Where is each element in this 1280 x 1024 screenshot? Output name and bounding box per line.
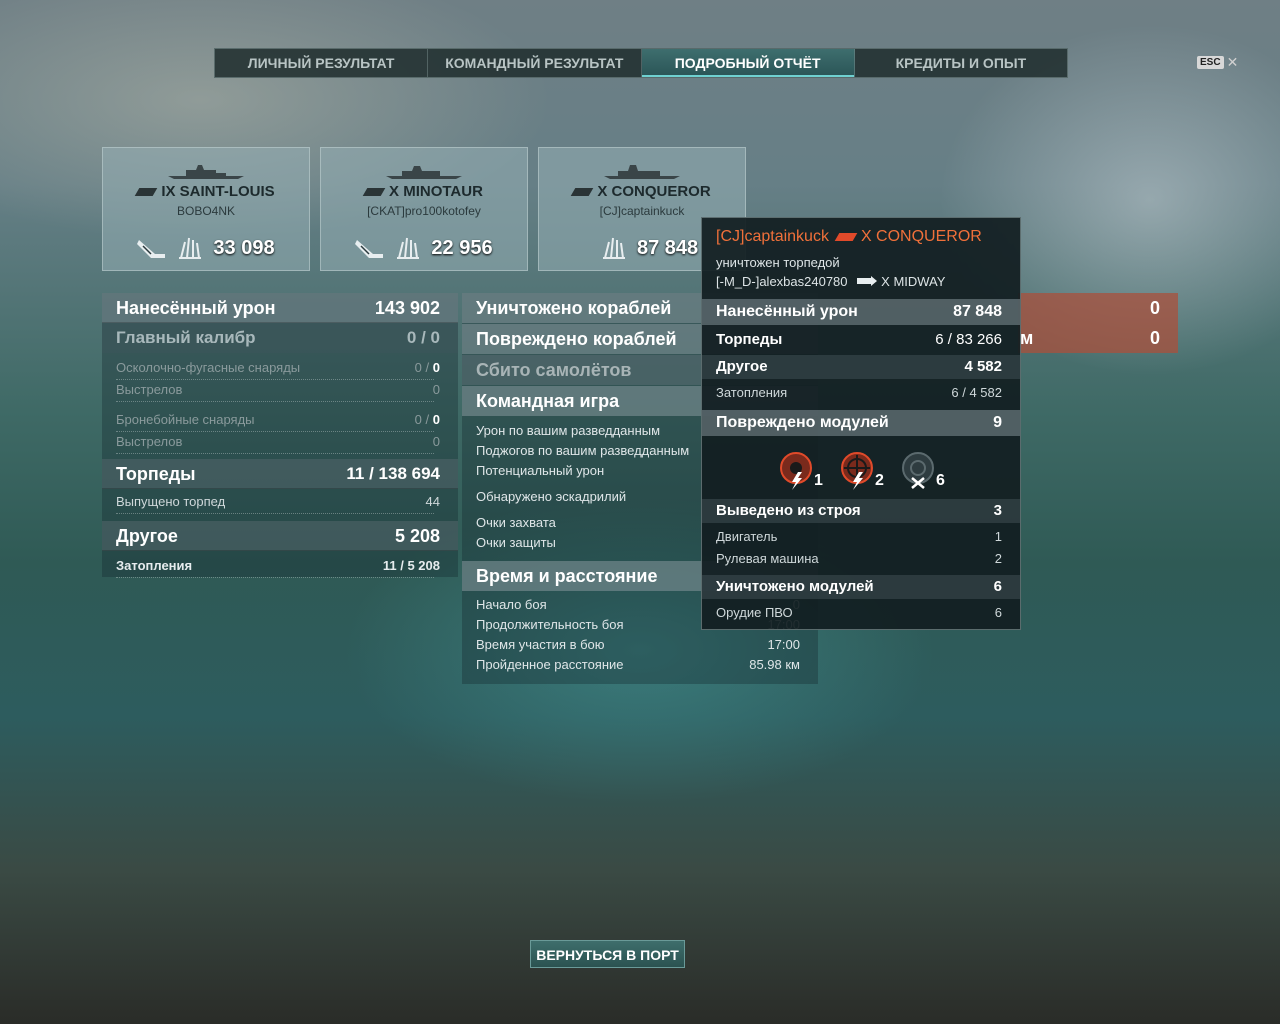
- right-stat-bar: м0: [1018, 323, 1178, 353]
- close-button[interactable]: ESC ✕: [1197, 54, 1238, 71]
- other-damage-row: Другое 5 208: [102, 521, 458, 551]
- main-battery-row: Главный калибр 0 / 0: [102, 323, 458, 353]
- module-engine: 1: [776, 450, 823, 490]
- he-shots-row: Выстрелов 0: [102, 379, 458, 402]
- torpedoes-row: Торпеды 11 / 138 694: [102, 459, 458, 489]
- damage-value: 33 098: [213, 236, 275, 259]
- ship-name: X MINOTAUR: [321, 183, 527, 200]
- damage-dealt-row: Нанесённый урон 143 902: [102, 293, 458, 323]
- module-steering: 2: [837, 450, 884, 490]
- module-aa: 6: [898, 450, 945, 490]
- damage-value: 87 848: [637, 236, 699, 259]
- tab-credits[interactable]: КРЕДИТЫ И ОПЫТ: [855, 49, 1067, 77]
- esc-key-label: ESC: [1197, 56, 1224, 69]
- ship-name: X CONQUEROR: [539, 183, 745, 200]
- ship-class-icon: [135, 188, 158, 197]
- ship-class-icon: [571, 188, 594, 197]
- aa-destroyed-icon: [902, 452, 934, 489]
- damage-icon: [397, 237, 420, 259]
- torpedo-hit-icon: [137, 240, 166, 258]
- killer-info: [-M_D-]alexbas240780 X MIDWAY: [716, 274, 946, 289]
- damage-icon: [179, 237, 202, 259]
- destroyed-modules-row: Уничтожено модулей 6: [702, 575, 1020, 599]
- ship-class-icon: [834, 232, 858, 241]
- modules-damaged-row: Повреждено модулей 9: [702, 410, 1020, 436]
- tooltip-flood-row: Затопления 6 / 4 582: [716, 385, 1002, 400]
- tooltip-damage-row: Нанесённый урон 87 848: [702, 299, 1020, 325]
- tab-team[interactable]: КОМАНДНЫЙ РЕЗУЛЬТАТ: [428, 49, 642, 77]
- damage-value: 22 956: [431, 236, 493, 259]
- tooltip-header: [CJ]captainkuck X CONQUEROR: [716, 228, 982, 245]
- right-stat-bar: 0: [1018, 293, 1178, 323]
- ship-silhouette-icon: [168, 165, 244, 179]
- damage-breakdown-panel: Нанесённый урон 143 902 Главный калибр 0 /…: [102, 293, 458, 578]
- engine-row: Двигатель 1: [716, 529, 1002, 544]
- flooding-row: Затопления 11 / 5 208: [102, 555, 458, 578]
- ap-shells-row: Бронебойные снаряды 0 / 0: [102, 409, 458, 432]
- result-tabs: ЛИЧНЫЙ РЕЗУЛЬТАТ КОМАНДНЫЙ РЕЗУЛЬТАТ ПОД…: [214, 48, 1068, 78]
- torpedo-hit-icon: [355, 240, 384, 258]
- player-name: [CJ]captainkuck: [599, 204, 685, 218]
- tooltip-other-row: Другое 4 582: [702, 355, 1020, 379]
- engine-damage-icon: [780, 452, 812, 490]
- time-stat-row: Время участия в бою 17:00: [476, 637, 800, 652]
- tab-personal[interactable]: ЛИЧНЫЙ РЕЗУЛЬТАТ: [215, 49, 429, 77]
- ap-shots-row: Выстрелов 0: [102, 431, 458, 454]
- tab-detailed[interactable]: ПОДРОБНЫЙ ОТЧЁТ: [641, 49, 855, 77]
- close-icon: ✕: [1226, 54, 1239, 70]
- steering-row: Рулевая машина 2: [716, 551, 1002, 566]
- ship-silhouette-icon: [386, 166, 462, 179]
- torpedoes-launched-row: Выпущено торпед 44: [102, 491, 458, 514]
- he-shells-row: Осколочно-фугасные снаряды 0 / 0: [102, 357, 458, 380]
- killed-by-text: уничтожен торпедой: [716, 255, 840, 270]
- tooltip-torpedo-row: Торпеды 6 / 83 266: [716, 331, 1002, 348]
- steering-damage-icon: [841, 452, 873, 490]
- carrier-class-icon: [857, 276, 878, 286]
- ship-class-icon: [362, 188, 386, 197]
- aa-row: Орудие ПВО 6: [716, 605, 1002, 620]
- return-to-port-button[interactable]: ВЕРНУТЬСЯ В ПОРТ: [530, 940, 685, 968]
- ship-card[interactable]: X MINOTAUR [CKAT]pro100kotofey 22 956: [320, 147, 528, 271]
- player-name: BOBO4NK: [176, 204, 236, 218]
- ship-name: IX SAINT-LOUIS: [103, 183, 309, 200]
- damage-icon: [603, 237, 625, 259]
- player-name: [CKAT]pro100kotofey: [367, 204, 481, 218]
- time-stat-row: Пройденное расстояние 85.98 км: [476, 657, 800, 672]
- ship-detail-tooltip: [CJ]captainkuck X CONQUEROR уничтожен тор…: [701, 217, 1021, 630]
- ship-silhouette-icon: [604, 165, 680, 179]
- disabled-modules-row: Выведено из строя 3: [702, 499, 1020, 523]
- ship-card[interactable]: IX SAINT-LOUIS BOBO4NK 33 098: [102, 147, 310, 271]
